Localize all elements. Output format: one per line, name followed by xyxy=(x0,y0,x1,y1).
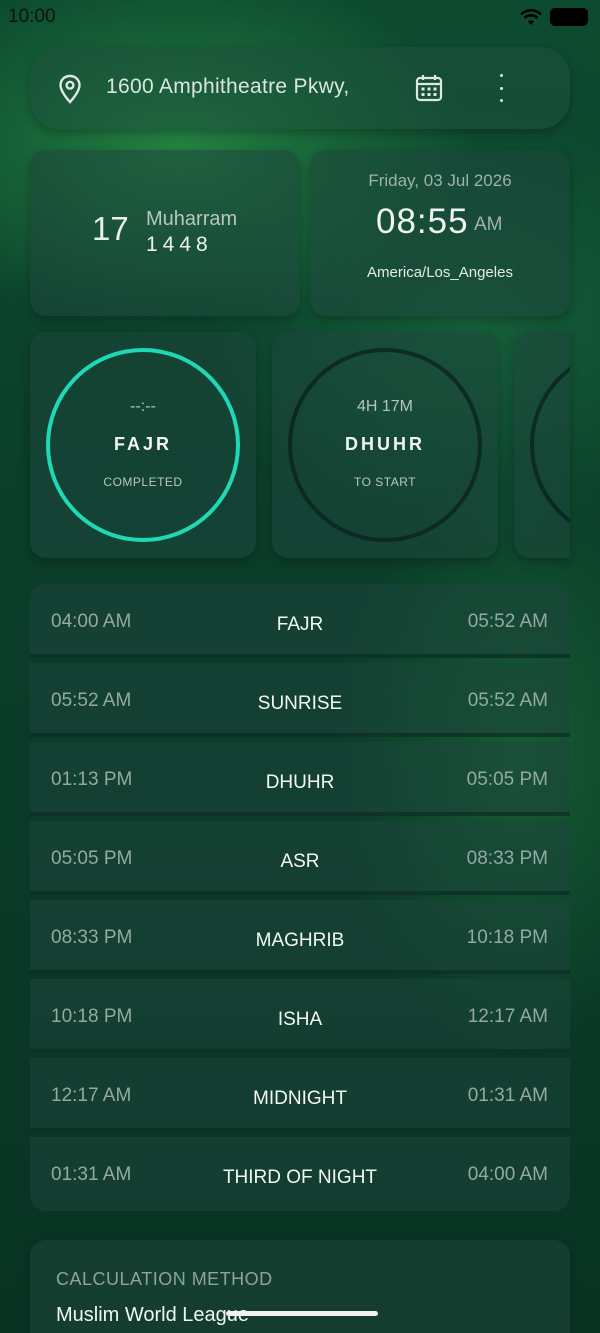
prayer-name: DHUHR xyxy=(345,434,425,454)
calculation-method-card[interactable]: CALCULATION METHOD Muslim World League xyxy=(30,1240,570,1333)
gregorian-date: Friday, 03 Jul 2026 xyxy=(368,171,512,190)
end-time: 05:52 AM xyxy=(467,611,548,632)
table-row[interactable]: 10:18 PM ISHA 12:17 AM xyxy=(30,979,570,1053)
hijri-year: 1448 xyxy=(146,233,213,256)
timezone: America/Los_Angeles xyxy=(367,264,513,281)
status-bar-time: 10:00 xyxy=(8,6,56,27)
table-row[interactable]: 04:00 AM FAJR 05:52 AM xyxy=(30,584,570,658)
hijri-month: Muharram xyxy=(146,208,238,230)
prayer-countdown: --:-- xyxy=(130,398,156,415)
battery-icon xyxy=(550,8,588,26)
table-row[interactable]: 12:17 AM MIDNIGHT 01:31 AM xyxy=(30,1058,570,1132)
end-time: 05:52 AM xyxy=(467,690,548,711)
table-row[interactable]: 08:33 PM MAGHRIB 10:18 PM xyxy=(30,900,570,974)
calculation-method-value: Muslim World League xyxy=(56,1304,250,1326)
more-options-icon[interactable] xyxy=(494,74,508,102)
wifi-icon xyxy=(520,8,542,25)
end-time: 01:31 AM xyxy=(467,1085,548,1106)
current-time-ampm: AM xyxy=(474,214,503,235)
calculation-method-label: CALCULATION METHOD xyxy=(56,1269,273,1289)
prayer-card-dhuhr[interactable]: 4H 17M DHUHR TO START xyxy=(272,332,498,558)
location-bar[interactable]: 1600 Amphitheatre Pkwy, xyxy=(30,47,570,129)
prayer-status: COMPLETED xyxy=(103,475,183,489)
hijri-date-card: 17 Muharram 1448 xyxy=(30,150,300,316)
status-bar-icons xyxy=(520,8,588,26)
prayer-name: FAJR xyxy=(113,434,172,454)
prayer-status: TO START xyxy=(353,475,416,489)
prayer-card-fajr[interactable]: --:-- FAJR COMPLETED xyxy=(30,332,256,558)
table-row[interactable]: 05:05 PM ASR 08:33 PM xyxy=(30,821,570,895)
prayer-times-table: 04:00 AM FAJR 05:52 AM 05:52 AM SUNRISE … xyxy=(30,584,570,1211)
end-time: 04:00 AM xyxy=(467,1164,548,1185)
end-time: 08:33 PM xyxy=(466,848,548,869)
end-time: 12:17 AM xyxy=(467,1006,548,1027)
prayer-countdown: 4H 17M xyxy=(356,398,414,415)
table-row[interactable]: 01:31 AM THIRD OF NIGHT 04:00 AM xyxy=(30,1137,570,1211)
calendar-icon[interactable] xyxy=(415,73,443,103)
location-pin-icon xyxy=(59,74,81,104)
progress-ring xyxy=(530,348,570,542)
hijri-day: 17 xyxy=(92,210,129,247)
end-time: 10:18 PM xyxy=(466,927,548,948)
current-time: 08:55 xyxy=(376,202,469,241)
end-time: 05:05 PM xyxy=(466,769,548,790)
current-time-card: Friday, 03 Jul 2026 08:55 AM America/Los… xyxy=(310,150,570,316)
table-row[interactable]: 05:52 AM SUNRISE 05:52 AM xyxy=(30,663,570,737)
location-address[interactable]: 1600 Amphitheatre Pkwy, xyxy=(106,75,349,99)
table-row[interactable]: 01:13 PM DHUHR 05:05 PM xyxy=(30,742,570,816)
home-indicator[interactable] xyxy=(226,1311,378,1316)
prayer-card-next[interactable] xyxy=(514,332,570,558)
